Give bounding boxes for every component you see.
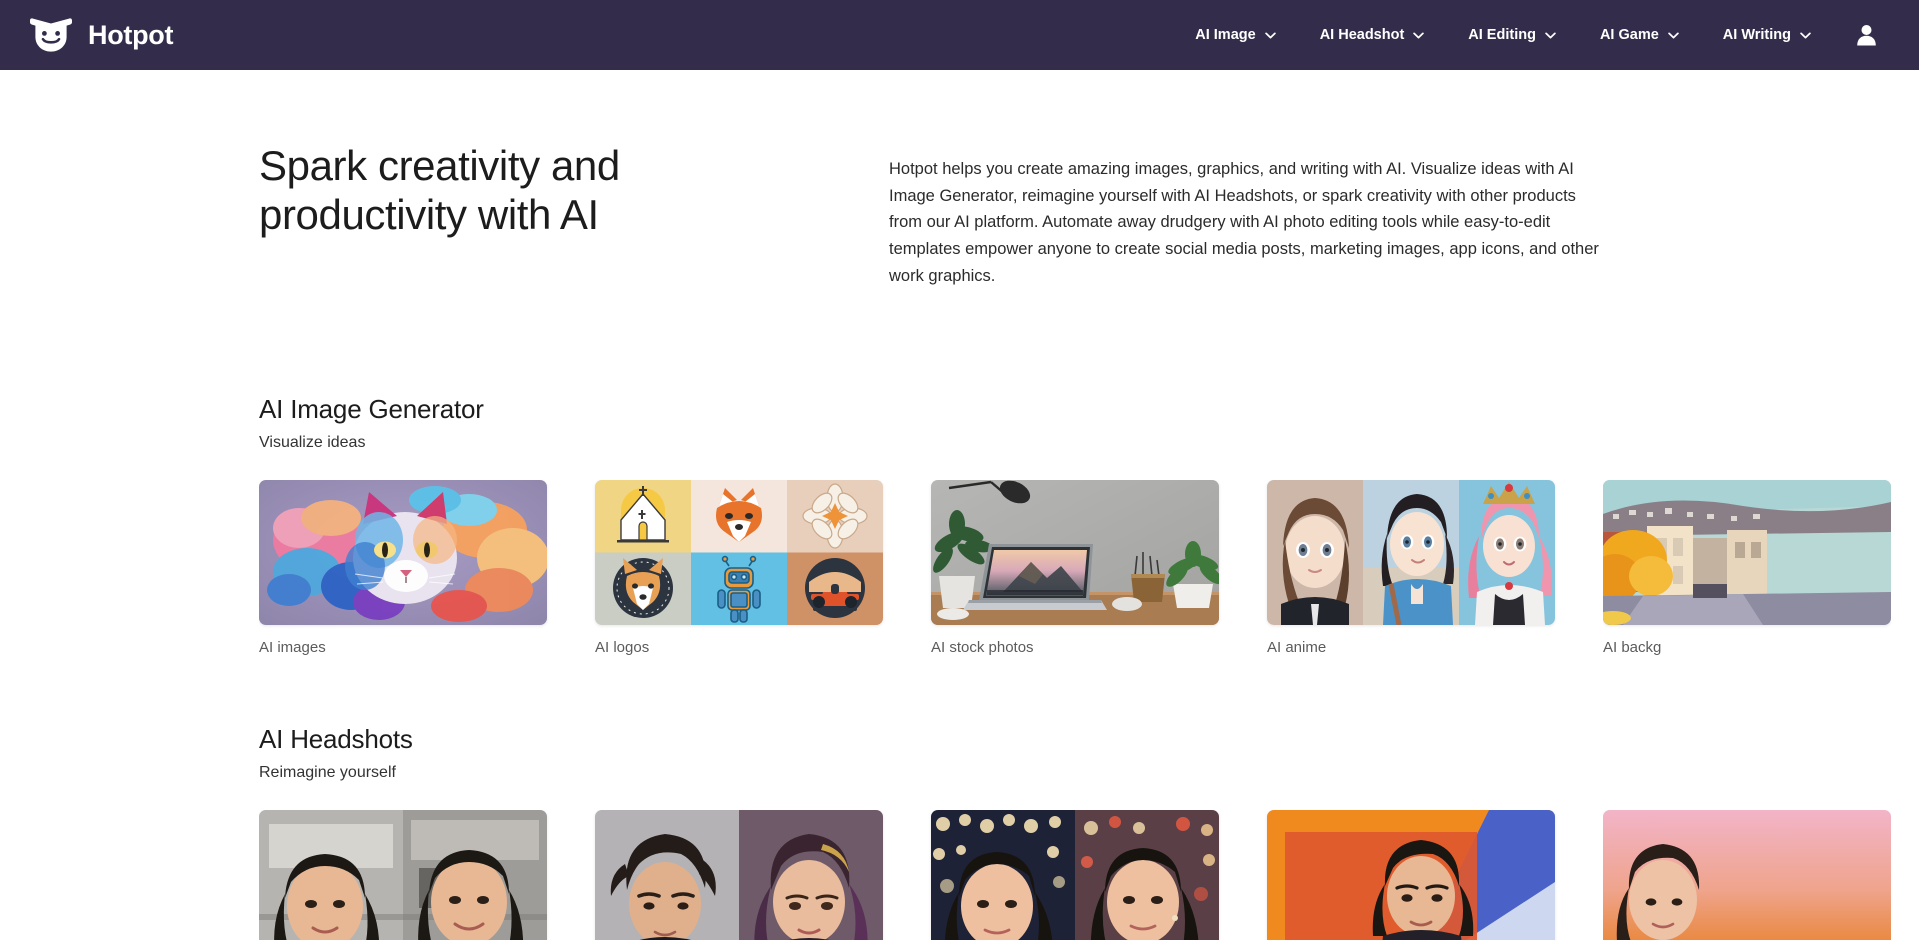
- thumbnail-sunset-cityscape: [1603, 479, 1891, 625]
- nav-label: AI Headshot: [1319, 27, 1405, 43]
- card-ai-backgrounds[interactable]: AI backg: [1603, 479, 1891, 656]
- hero-section: Spark creativity and productivity with A…: [259, 70, 1919, 290]
- thumbnail-stylized-portraits: [595, 809, 883, 940]
- nav-label: AI Image: [1195, 27, 1256, 43]
- card-ai-images[interactable]: AI images: [259, 479, 547, 656]
- card-label: AI anime: [1267, 638, 1327, 656]
- section-title: AI Image Generator: [259, 393, 484, 424]
- nav-label: AI Writing: [1722, 27, 1791, 43]
- card-ai-stock-photos[interactable]: AI stock photos: [931, 479, 1219, 656]
- thumbnail-bokeh-night-portraits: [931, 809, 1219, 940]
- brand-name: Hotpot: [88, 19, 174, 50]
- nav-item-ai-game[interactable]: AI Game: [1578, 0, 1701, 70]
- account-button[interactable]: [1851, 20, 1881, 50]
- nav-item-ai-headshot[interactable]: AI Headshot: [1298, 0, 1447, 70]
- card-ai-logos[interactable]: AI logos: [595, 479, 883, 656]
- card-label: AI images: [259, 638, 326, 656]
- hero-left: Spark creativity and productivity with A…: [259, 142, 889, 290]
- nav-item-ai-editing[interactable]: AI Editing: [1446, 0, 1578, 70]
- nav-item-ai-writing[interactable]: AI Writing: [1701, 0, 1833, 70]
- section-ai-headshots: AI Headshots Reimagine yourself: [259, 656, 1919, 940]
- page-title: Spark creativity and productivity with A…: [259, 142, 620, 238]
- thumbnail-orange-blue-portrait: [1267, 809, 1555, 940]
- card-label: AI stock photos: [931, 638, 1034, 656]
- site-header: Hotpot AI Image AI Headshot AI Editing A…: [0, 0, 1919, 70]
- card-label: AI backg: [1603, 638, 1662, 656]
- user-account-icon: [1856, 24, 1877, 46]
- thumbnail-logo-grid: [595, 479, 883, 625]
- section-title: AI Headshots: [259, 723, 413, 754]
- card-headshot-pink-gradient[interactable]: [1603, 809, 1891, 940]
- thumbnail-desk-laptop-photo: [931, 479, 1219, 625]
- card-headshot-bokeh[interactable]: [931, 809, 1219, 940]
- page-content: Spark creativity and productivity with A…: [0, 70, 1919, 940]
- nav-label: AI Editing: [1468, 27, 1536, 43]
- chevron-down-icon: [1668, 32, 1679, 39]
- section-ai-image-generator: AI Image Generator Visualize ideas AI im…: [259, 290, 1919, 656]
- thumbnail-pink-gradient-portrait: [1603, 809, 1891, 940]
- brand-logo[interactable]: Hotpot: [28, 17, 173, 53]
- card-row-image-generator: AI images AI logos AI stock photos AI an…: [259, 479, 1919, 656]
- nav-item-ai-image[interactable]: AI Image: [1173, 0, 1297, 70]
- chevron-down-icon: [1264, 32, 1276, 39]
- card-headshot-stylized[interactable]: [595, 809, 883, 940]
- thumbnail-office-headshots: [259, 809, 547, 940]
- thumbnail-anime-portraits: [1267, 479, 1555, 625]
- hotpot-smiley-pot-icon: [28, 17, 74, 53]
- card-ai-anime[interactable]: AI anime: [1267, 479, 1555, 656]
- card-headshot-office[interactable]: [259, 809, 547, 940]
- section-subtitle: Reimagine yourself: [259, 763, 396, 781]
- chevron-down-icon: [1800, 32, 1811, 39]
- card-label: AI logos: [595, 638, 650, 656]
- main-navigation: AI Image AI Headshot AI Editing AI Game …: [1173, 0, 1889, 70]
- chevron-down-icon: [1413, 32, 1425, 39]
- nav-label: AI Game: [1599, 27, 1659, 43]
- section-subtitle: Visualize ideas: [259, 433, 366, 451]
- card-headshot-geometric[interactable]: [1267, 809, 1555, 940]
- hero-right: Hotpot helps you create amazing images, …: [889, 142, 1604, 290]
- card-row-headshots: [259, 809, 1919, 940]
- hero-description: Hotpot helps you create amazing images, …: [889, 160, 1599, 285]
- thumbnail-colorful-smoke-cat: [259, 479, 547, 625]
- chevron-down-icon: [1545, 32, 1556, 39]
